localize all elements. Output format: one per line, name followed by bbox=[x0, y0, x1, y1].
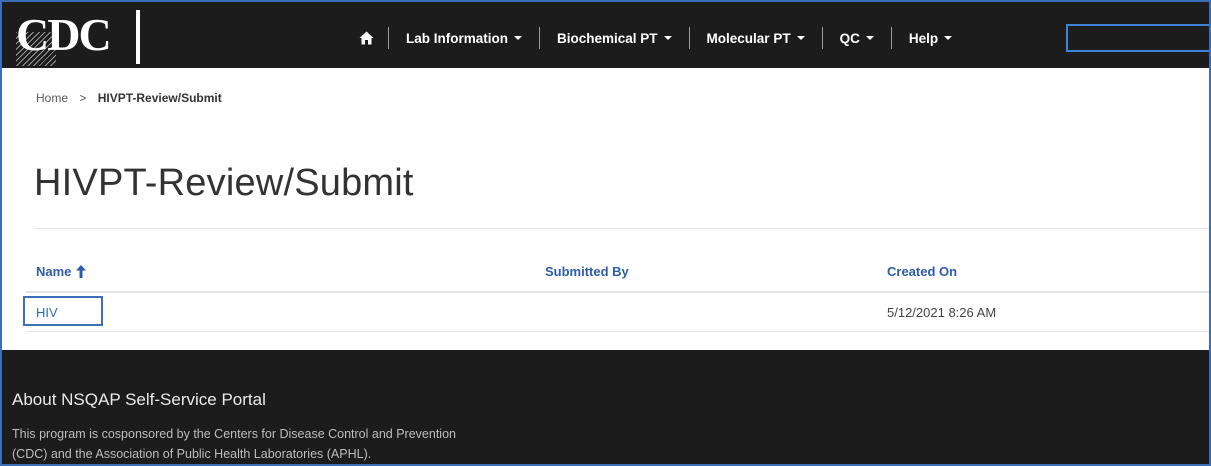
breadcrumb-current: HIVPT-Review/Submit bbox=[97, 91, 222, 105]
footer-title: About NSQAP Self-Service Portal bbox=[12, 390, 266, 409]
cdc-logo[interactable]: CDC bbox=[16, 4, 140, 66]
column-header-submitted-by[interactable]: Submitted By bbox=[545, 264, 629, 279]
nav-item-label: QC bbox=[839, 30, 860, 46]
caret-down-icon bbox=[865, 36, 874, 40]
home-icon[interactable] bbox=[358, 30, 374, 46]
arrow-up-icon bbox=[76, 265, 87, 278]
top-navigation-bar: CDC Lab Information Biochemical PT Molec… bbox=[2, 2, 1209, 68]
nav-item-label: Lab Information bbox=[406, 30, 508, 46]
column-header-created-on[interactable]: Created On bbox=[887, 264, 957, 279]
footer-description: This program is cosponsored by the Cente… bbox=[12, 424, 612, 464]
breadcrumb: Home > HIVPT-Review/Submit bbox=[36, 91, 222, 105]
nav-item-label: Biochemical PT bbox=[557, 30, 658, 46]
nav-biochemical-pt[interactable]: Biochemical PT bbox=[540, 31, 689, 46]
table-row: HIV 5/12/2021 8:26 AM bbox=[23, 293, 1209, 332]
breadcrumb-separator: > bbox=[79, 91, 87, 105]
browser-frame: CDC Lab Information Biochemical PT Molec… bbox=[0, 0, 1211, 466]
nav-lab-information[interactable]: Lab Information bbox=[389, 31, 539, 46]
nav-qc[interactable]: QC bbox=[823, 31, 891, 46]
column-header-name[interactable]: Name bbox=[36, 264, 87, 279]
table-header-row: Name Submitted By Created On bbox=[26, 257, 1209, 293]
nav-item-label: Help bbox=[908, 30, 939, 46]
page-title: HIVPT-Review/Submit bbox=[34, 162, 414, 204]
footer: About NSQAP Self-Service Portal This pro… bbox=[2, 350, 1209, 464]
caret-down-icon bbox=[663, 36, 672, 40]
nav-molecular-pt[interactable]: Molecular PT bbox=[690, 31, 822, 46]
highlight-box bbox=[23, 296, 103, 326]
search-input[interactable] bbox=[1066, 24, 1209, 52]
nav-item-label: Molecular PT bbox=[706, 30, 791, 46]
caret-down-icon bbox=[944, 36, 953, 40]
submissions-table: Name Submitted By Created On HIV 5/12/20… bbox=[23, 257, 1209, 332]
nav-menu: Lab Information Biochemical PT Molecular… bbox=[358, 26, 969, 50]
caret-down-icon bbox=[796, 36, 805, 40]
title-divider bbox=[34, 228, 1209, 229]
logo-bar bbox=[136, 10, 140, 64]
breadcrumb-home-link[interactable]: Home bbox=[36, 91, 68, 105]
footer-text-line: (CDC) and the Association of Public Heal… bbox=[12, 447, 372, 461]
nav-help[interactable]: Help bbox=[892, 31, 969, 46]
logo-text: CDC bbox=[16, 9, 112, 60]
row-name-link[interactable]: HIV bbox=[36, 305, 58, 320]
row-created-on: 5/12/2021 8:26 AM bbox=[887, 305, 997, 320]
caret-down-icon bbox=[514, 36, 522, 40]
footer-text-line: This program is cosponsored by the Cente… bbox=[12, 427, 456, 441]
column-header-label: Name bbox=[36, 264, 72, 279]
